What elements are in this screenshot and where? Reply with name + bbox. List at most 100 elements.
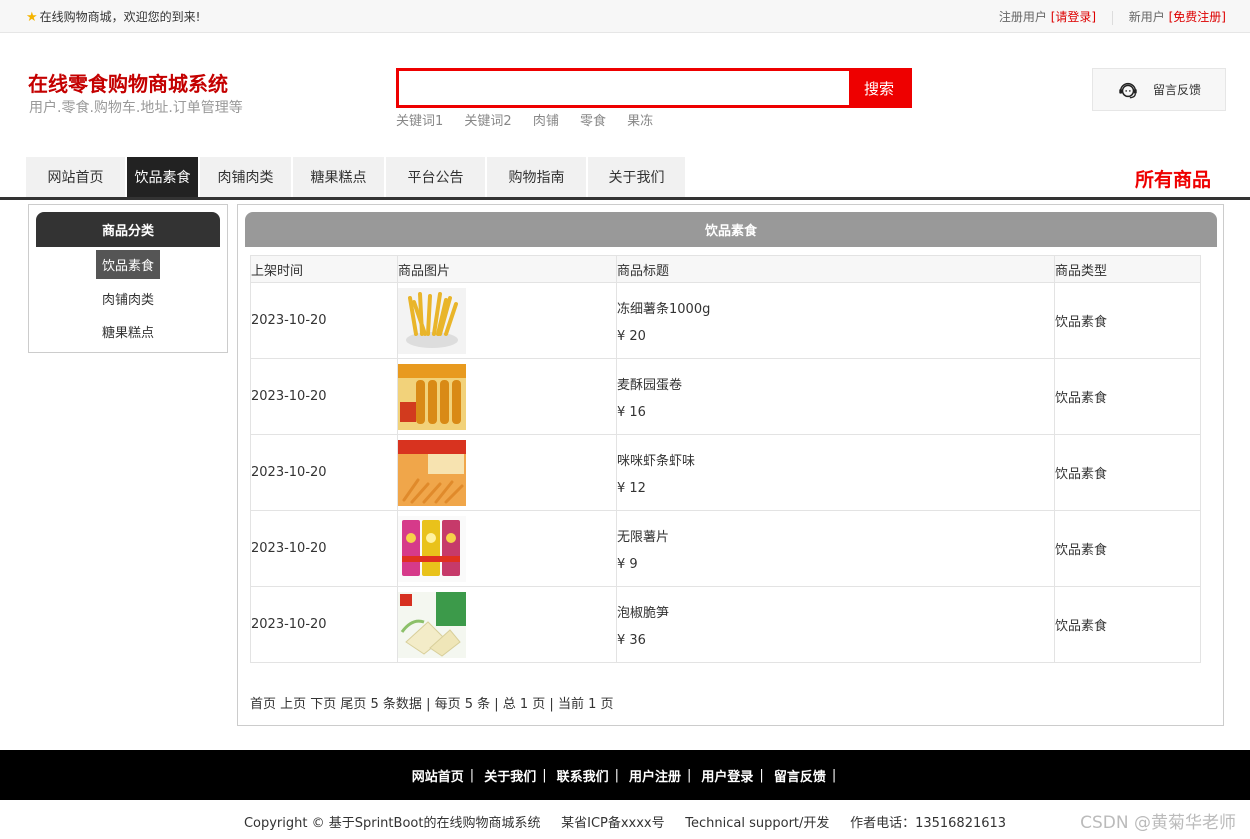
site-logo-title[interactable]: 在线零食购物商城系统 xyxy=(28,68,228,97)
footer-link-home[interactable]: 网站首页 xyxy=(412,766,464,785)
all-goods-label: 所有商品 xyxy=(1135,169,1212,191)
search-input[interactable] xyxy=(399,71,851,105)
footer-separator: | xyxy=(614,767,619,783)
hot-keywords: 关键词1 关键词2 肉铺 零食 果冻 xyxy=(396,110,670,129)
footer-link-feedback[interactable]: 留言反馈 xyxy=(774,766,826,785)
search-box: 搜索 xyxy=(396,68,912,108)
keyword-link[interactable]: 零食 xyxy=(580,114,606,129)
footer-separator: | xyxy=(542,767,547,783)
nav-item-meat[interactable]: 肉铺肉类 xyxy=(200,157,293,197)
nav-item-guide[interactable]: 购物指南 xyxy=(487,157,588,197)
product-price: ¥ 16 xyxy=(617,404,646,420)
row-image-cell xyxy=(397,282,617,359)
row-type: 饮品素食 xyxy=(1054,434,1201,511)
product-title[interactable]: 麦酥园蛋卷 xyxy=(617,374,1054,393)
pagination[interactable]: 首页 上页 下页 尾页 5 条数据 | 每页 5 条 | 总 1 页 | 当前 … xyxy=(250,693,613,712)
product-image-shrimp-sticks[interactable] xyxy=(398,439,466,506)
footer-link-contact[interactable]: 联系我们 xyxy=(557,766,609,785)
account-links: 注册用户 [请登录] 新用户 [免费注册] xyxy=(999,8,1226,25)
new-user-label: 新用户 xyxy=(1128,10,1165,24)
customer-service-icon xyxy=(1119,82,1137,98)
column-header: 商品类型 xyxy=(1054,255,1201,283)
nav-item-drinks[interactable]: 饮品素食 xyxy=(127,157,200,197)
row-date: 2023-10-20 xyxy=(250,510,398,587)
table-row: 2023-10-20 麦酥园蛋卷 ¥ 16 饮品素食 xyxy=(250,358,1201,435)
footer-link-login[interactable]: 用户登录 xyxy=(701,766,753,785)
product-price: ¥ 9 xyxy=(617,556,638,572)
table-header-row: 上架时间 商品图片 商品标题 商品类型 xyxy=(250,255,1201,283)
product-image-bamboo-shoots[interactable] xyxy=(398,591,466,658)
table-row: 2023-10-20 咪咪虾条虾味 ¥ 12 饮品素食 xyxy=(250,434,1201,511)
sidebar-item-label: 肉铺肉类 xyxy=(101,293,154,308)
star-icon: ★ xyxy=(26,10,38,25)
row-type: 饮品素食 xyxy=(1054,282,1201,359)
signup-link[interactable]: [免费注册] xyxy=(1169,10,1226,24)
product-price: ¥ 20 xyxy=(617,328,646,344)
column-header: 上架时间 xyxy=(250,255,398,283)
footer-nav: 网站首页 | 关于我们 | 联系我们 | 用户注册 | 用户登录 | 留言反馈 | xyxy=(0,750,1250,800)
row-image-cell xyxy=(397,510,617,587)
row-date: 2023-10-20 xyxy=(250,358,398,435)
row-image-cell xyxy=(397,586,617,663)
row-title-cell: 冻细薯条1000g ¥ 20 xyxy=(616,282,1055,359)
row-image-cell xyxy=(397,358,617,435)
watermark-text: CSDN @黄菊华老师 xyxy=(1080,813,1236,833)
table-row: 2023-10-20 冻细薯条1000g ¥ 20 饮品素食 xyxy=(250,282,1201,359)
product-image-egg-rolls[interactable] xyxy=(398,363,466,430)
welcome-message: 在线购物商城，欢迎您的到来! xyxy=(39,10,201,24)
feedback-label: 留言反馈 xyxy=(1152,83,1201,97)
welcome-text: ★ 在线购物商城，欢迎您的到来! xyxy=(26,8,200,25)
table-row: 2023-10-20 泡椒脆笋 ¥ 36 饮品素食 xyxy=(250,586,1201,663)
row-type: 饮品素食 xyxy=(1054,586,1201,663)
top-bar: ★ 在线购物商城，欢迎您的到来! 注册用户 [请登录] 新用户 [免费注册] xyxy=(0,0,1250,33)
register-user-label: 注册用户 xyxy=(998,10,1047,24)
sidebar-item-candy[interactable]: 糖果糕点 xyxy=(29,317,227,346)
row-date: 2023-10-20 xyxy=(250,586,398,663)
product-price: ¥ 36 xyxy=(617,632,646,648)
site-logo-subtitle: 用户.零食.购物车.地址.订单管理等 xyxy=(29,100,243,116)
row-type: 饮品素食 xyxy=(1054,510,1201,587)
product-title[interactable]: 无限薯片 xyxy=(617,526,1054,545)
product-price: ¥ 12 xyxy=(617,480,646,496)
keyword-link[interactable]: 关键词1 xyxy=(396,114,443,129)
row-title-cell: 无限薯片 ¥ 9 xyxy=(616,510,1055,587)
row-title-cell: 麦酥园蛋卷 ¥ 16 xyxy=(616,358,1055,435)
column-header: 商品标题 xyxy=(616,255,1055,283)
product-list-panel: 饮品素食 上架时间 商品图片 商品标题 商品类型 2023-10-20 冻细薯条… xyxy=(237,204,1224,726)
row-image-cell xyxy=(397,434,617,511)
panel-title: 饮品素食 xyxy=(245,212,1217,247)
nav-item-about[interactable]: 关于我们 xyxy=(588,157,687,197)
sidebar-title: 商品分类 xyxy=(36,212,220,247)
category-sidebar: 商品分类 饮品素食 肉铺肉类 糖果糕点 xyxy=(28,204,228,353)
main-nav: 网站首页 饮品素食 肉铺肉类 糖果糕点 平台公告 购物指南 关于我们 xyxy=(26,157,687,197)
footer-separator: | xyxy=(831,767,837,783)
nav-item-candy[interactable]: 糖果糕点 xyxy=(293,157,386,197)
table-row: 2023-10-20 无限薯片 ¥ 9 饮品素食 xyxy=(250,510,1201,587)
nav-item-notice[interactable]: 平台公告 xyxy=(386,157,487,197)
row-type: 饮品素食 xyxy=(1054,358,1201,435)
copyright-text: Copyright © 基于SprintBoot的在线购物商城系统 某省ICP备… xyxy=(243,816,1007,831)
search-button[interactable]: 搜索 xyxy=(849,71,909,105)
product-image-potato-chips[interactable] xyxy=(398,515,466,582)
sidebar-item-meat[interactable]: 肉铺肉类 xyxy=(29,284,227,313)
product-title[interactable]: 咪咪虾条虾味 xyxy=(617,450,1054,469)
footer-link-about[interactable]: 关于我们 xyxy=(484,766,536,785)
nav-item-home[interactable]: 网站首页 xyxy=(26,157,127,197)
sidebar-item-drinks[interactable]: 饮品素食 xyxy=(29,250,227,279)
login-link[interactable]: [请登录] xyxy=(1051,10,1096,24)
footer-separator: | xyxy=(759,767,764,783)
keyword-link[interactable]: 果冻 xyxy=(627,114,653,129)
nav-divider xyxy=(0,197,1250,200)
keyword-link[interactable]: 肉铺 xyxy=(533,114,559,129)
keyword-link[interactable]: 关键词2 xyxy=(464,114,511,129)
product-image-fries[interactable] xyxy=(398,287,466,354)
row-date: 2023-10-20 xyxy=(250,282,398,359)
column-header: 商品图片 xyxy=(397,255,617,283)
row-title-cell: 泡椒脆笋 ¥ 36 xyxy=(616,586,1055,663)
product-title[interactable]: 泡椒脆笋 xyxy=(617,602,1054,621)
feedback-button[interactable]: 留言反馈 xyxy=(1092,68,1226,111)
footer-separator: | xyxy=(469,767,475,783)
footer-link-register[interactable]: 用户注册 xyxy=(629,766,681,785)
row-title-cell: 咪咪虾条虾味 ¥ 12 xyxy=(616,434,1055,511)
product-title[interactable]: 冻细薯条1000g xyxy=(617,298,1054,317)
